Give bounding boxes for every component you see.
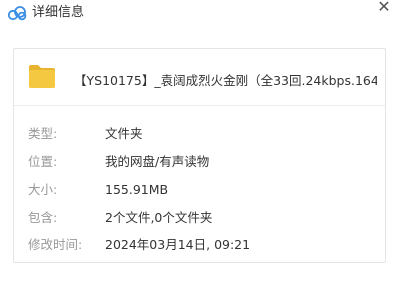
folder-icon [28, 63, 56, 89]
detail-value: 我的网盘/有声读物 [105, 154, 210, 169]
detail-label: 大小: [28, 182, 58, 197]
title-bar: 详细信息 ✕ [0, 0, 398, 28]
detail-label: 包含: [28, 210, 58, 225]
file-name: 【YS10175】_袁阔成烈火金刚（全33回.24kbps.164M... [74, 73, 377, 88]
window-title: 详细信息 [32, 5, 85, 20]
detail-value: 2024年03月14日, 09:21 [105, 237, 251, 252]
detail-label: 修改时间: [28, 237, 83, 252]
close-icon[interactable]: ✕ [376, 0, 392, 16]
detail-value: 2个文件,0个文件夹 [105, 210, 213, 225]
details-card: 【YS10175】_袁阔成烈火金刚（全33回.24kbps.164M... 类型… [13, 48, 386, 263]
divider [14, 105, 385, 106]
detail-label: 位置: [28, 154, 58, 169]
detail-value: 155.91MB [105, 182, 169, 197]
detail-value: 文件夹 [105, 126, 143, 141]
detail-label: 类型: [28, 126, 58, 141]
cloud-icon [7, 5, 27, 21]
